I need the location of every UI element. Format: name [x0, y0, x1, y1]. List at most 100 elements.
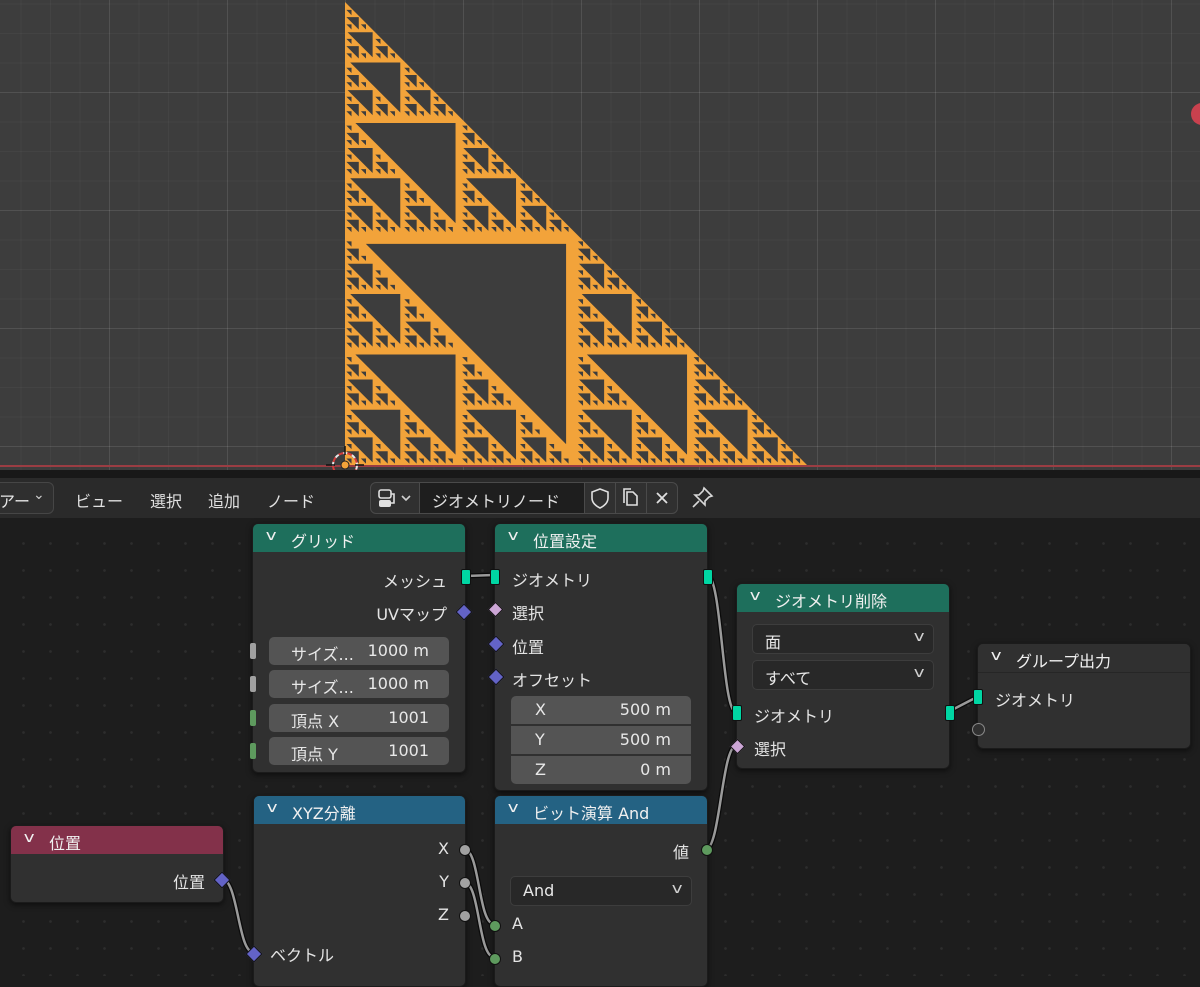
duplicate-button[interactable]	[615, 482, 647, 514]
axis-value: 0 m	[640, 760, 671, 779]
input-label-selection: 選択	[754, 740, 787, 759]
node-header[interactable]: v 位置設定	[495, 524, 707, 552]
field-label: サイズ...	[291, 678, 354, 697]
socket-value-output[interactable]	[701, 844, 713, 856]
menu-node[interactable]: ノード	[267, 488, 315, 512]
menu-select[interactable]: 選択	[150, 488, 182, 512]
node-bitwise-and[interactable]: v ビット演算 And 値 And v A B	[489, 795, 713, 987]
socket-x-output[interactable]	[459, 844, 471, 856]
mesh-faces	[345, 2, 808, 466]
axis-label: X	[535, 700, 546, 719]
output-label-value: 値	[672, 843, 689, 862]
socket-geometry-input[interactable]	[490, 569, 500, 585]
axis-value: 500 m	[619, 730, 671, 749]
input-label-position: 位置	[512, 638, 545, 657]
size-y-field[interactable]: サイズ... 1000 m	[269, 670, 449, 698]
domain-dropdown[interactable]: 面 v	[752, 624, 934, 654]
socket-geometry-input[interactable]	[973, 689, 983, 705]
x-axis-line	[0, 465, 1200, 467]
input-label-geometry: ジオメトリ	[512, 571, 593, 590]
size-x-field[interactable]: サイズ... 1000 m	[269, 637, 449, 665]
offset-z-field[interactable]: Z 0 m	[511, 756, 691, 784]
socket-geometry-input[interactable]	[732, 705, 742, 721]
field-label: サイズ...	[291, 645, 354, 664]
node-title: ジオメトリ削除	[775, 592, 888, 611]
chevron-down-icon[interactable]: v	[750, 588, 761, 604]
chevron-down-icon: v	[913, 665, 925, 681]
node-position[interactable]: v 位置 位置	[10, 825, 231, 903]
shield-icon	[591, 488, 609, 509]
node-tree-browse-button[interactable]	[370, 482, 420, 514]
chevron-down-icon[interactable]: v	[508, 528, 519, 544]
node-title: ビット演算 And	[533, 804, 650, 823]
socket-y-output[interactable]	[459, 877, 471, 889]
node-separate-xyz[interactable]: v XYZ分離 X Y Z ベクトル	[245, 795, 471, 987]
node-delete-geometry[interactable]: v ジオメトリ削除 面 v すべて v ジオメトリ 選択	[729, 583, 955, 769]
field-label: 頂点 X	[291, 712, 340, 731]
fake-user-button[interactable]	[584, 482, 616, 514]
node-header[interactable]: v ビット演算 And	[495, 796, 707, 824]
output-label-z: Z	[438, 905, 449, 924]
3d-cursor-icon[interactable]	[326, 446, 364, 470]
vertices-x-field[interactable]: 頂点 X 1001	[269, 704, 449, 732]
menu-add[interactable]: 追加	[208, 488, 240, 512]
node-header[interactable]: v ジオメトリ削除	[737, 584, 949, 612]
field-label: 頂点 Y	[291, 745, 338, 764]
chevron-down-icon[interactable]: v	[991, 648, 1002, 664]
vertices-y-field[interactable]: 頂点 Y 1001	[269, 737, 449, 765]
area-divider[interactable]	[0, 470, 1200, 478]
socket-z-output[interactable]	[459, 910, 471, 922]
socket-vertices-x[interactable]	[250, 710, 256, 726]
output-label-uvmap: UVマップ	[376, 605, 447, 624]
node-header[interactable]: v XYZ分離	[254, 796, 465, 824]
offset-x-field[interactable]: X 500 m	[511, 696, 691, 724]
3d-viewport[interactable]	[0, 0, 1200, 470]
chevron-down-icon[interactable]: v	[24, 830, 35, 846]
socket-size-y[interactable]	[250, 676, 256, 692]
input-label-a: A	[512, 914, 523, 933]
socket-geometry-output[interactable]	[945, 705, 955, 721]
input-label-geometry: ジオメトリ	[995, 691, 1076, 710]
node-grid[interactable]: v グリッド メッシュ UVマップ サイズ... 1000 m サイズ... 1…	[250, 523, 473, 773]
menu-view[interactable]: ビュー	[75, 488, 123, 512]
close-icon	[656, 492, 668, 504]
socket-vertices-y[interactable]	[250, 743, 256, 759]
socket-size-x[interactable]	[250, 643, 256, 659]
node-header[interactable]: v グループ出力	[978, 644, 1190, 673]
chevron-down-icon: ⌄	[33, 487, 45, 503]
node-set-position[interactable]: v 位置設定 ジオメトリ 選択 位置 オフセット X 500 m Y 500 m…	[487, 523, 713, 791]
offset-y-field[interactable]: Y 500 m	[511, 726, 691, 754]
node-editor-header: アー ⌄ ビュー 選択 追加 ノード ジオメトリノード	[0, 478, 1200, 518]
output-label-y: Y	[439, 872, 449, 891]
pin-icon[interactable]	[688, 484, 716, 512]
chevron-down-icon[interactable]: v	[508, 800, 519, 816]
input-label-offset: オフセット	[512, 671, 593, 690]
socket-empty-input[interactable]	[972, 723, 985, 736]
socket-b-input[interactable]	[489, 953, 501, 965]
editor-type-dropdown[interactable]: アー ⌄	[0, 482, 54, 514]
chevron-down-icon: v	[913, 629, 925, 645]
node-header[interactable]: v グリッド	[253, 524, 465, 552]
axis-label: Y	[535, 730, 545, 749]
node-header[interactable]: v 位置	[11, 826, 223, 854]
node-title: グループ出力	[1016, 652, 1112, 671]
editor-type-label: アー	[0, 492, 31, 511]
field-value: 1000 m	[367, 641, 429, 660]
dropdown-value: 面	[765, 633, 782, 652]
output-label-x: X	[438, 839, 449, 858]
node-editor-canvas[interactable]: v グリッド メッシュ UVマップ サイズ... 1000 m サイズ... 1…	[0, 518, 1200, 987]
chevron-down-icon[interactable]: v	[267, 800, 278, 816]
input-label-selection: 選択	[512, 604, 545, 623]
field-value: 1001	[388, 741, 429, 760]
socket-a-input[interactable]	[489, 920, 501, 932]
operation-dropdown[interactable]: And v	[510, 876, 692, 906]
node-group-output[interactable]: v グループ出力 ジオメトリ	[972, 643, 1191, 749]
socket-geometry-output[interactable]	[703, 569, 713, 585]
input-label-b: B	[512, 947, 523, 966]
node-tree-name-field[interactable]: ジオメトリノード	[419, 482, 585, 514]
socket-mesh-output[interactable]	[461, 569, 471, 585]
mode-dropdown[interactable]: すべて v	[752, 660, 934, 690]
chevron-down-icon[interactable]: v	[266, 528, 277, 544]
unlink-button[interactable]	[646, 482, 678, 514]
input-label-geometry: ジオメトリ	[754, 707, 835, 726]
